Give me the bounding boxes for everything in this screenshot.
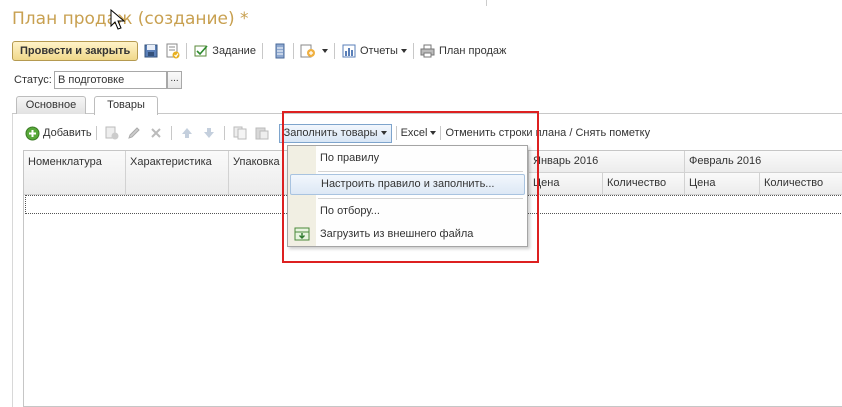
toolbar-separator bbox=[412, 43, 414, 59]
toolbar-separator bbox=[292, 43, 294, 59]
column-header-january-price[interactable]: Цена bbox=[529, 173, 603, 195]
chevron-down-icon bbox=[321, 49, 328, 53]
reports-button[interactable]: Отчеты bbox=[339, 41, 409, 61]
mouse-cursor-icon bbox=[110, 9, 126, 30]
move-up-icon[interactable] bbox=[178, 125, 196, 141]
print-sales-plan-button[interactable]: План продаж bbox=[418, 41, 508, 61]
toolbar-separator bbox=[186, 43, 188, 59]
column-header-february-quantity[interactable]: Количество bbox=[760, 173, 842, 195]
task-label: Задание bbox=[212, 45, 256, 57]
add-button[interactable]: Добавить bbox=[24, 123, 92, 143]
paste-icon[interactable] bbox=[253, 125, 271, 141]
tab-main[interactable]: Основное bbox=[16, 96, 86, 114]
save-icon[interactable] bbox=[142, 42, 160, 60]
chevron-down-icon bbox=[400, 49, 407, 53]
task-icon bbox=[193, 43, 209, 59]
tab-goods[interactable]: Товары bbox=[94, 96, 158, 115]
delete-icon[interactable] bbox=[147, 125, 165, 141]
toolbar-separator bbox=[261, 43, 263, 59]
status-select-button[interactable]: ... bbox=[167, 71, 182, 89]
toolbar-separator bbox=[333, 43, 335, 59]
status-field[interactable]: В подготовке bbox=[54, 71, 167, 89]
reports-icon bbox=[341, 43, 357, 59]
window-divider bbox=[486, 0, 487, 6]
column-group-february: Февраль 2016 bbox=[685, 151, 842, 173]
column-header-february-price[interactable]: Цена bbox=[685, 173, 760, 195]
printer-icon bbox=[420, 43, 436, 59]
post-document-icon[interactable] bbox=[164, 42, 182, 60]
sales-plan-label: План продаж bbox=[438, 45, 507, 57]
create-based-on-button[interactable] bbox=[298, 41, 330, 61]
create-based-on-icon bbox=[300, 43, 316, 59]
main-toolbar: Провести и закрыть Задание Отчеты План п… bbox=[12, 40, 508, 62]
move-down-icon[interactable] bbox=[200, 125, 218, 141]
post-and-close-button[interactable]: Провести и закрыть bbox=[12, 41, 139, 61]
copy-row-icon[interactable] bbox=[103, 125, 121, 141]
status-label: Статус: bbox=[14, 74, 52, 86]
edit-icon[interactable] bbox=[125, 125, 143, 141]
add-icon bbox=[24, 125, 40, 141]
add-label: Добавить bbox=[43, 127, 92, 139]
copy-icon[interactable] bbox=[231, 125, 249, 141]
highlight-frame bbox=[282, 111, 539, 263]
toolbar-separator bbox=[95, 126, 97, 140]
toolbar-separator bbox=[223, 126, 225, 140]
reports-label: Отчеты bbox=[359, 45, 398, 57]
column-header-january-quantity[interactable]: Количество bbox=[603, 173, 685, 195]
column-group-january: Январь 2016 bbox=[529, 151, 685, 173]
task-button[interactable]: Задание bbox=[191, 41, 258, 61]
toolbar-separator bbox=[170, 126, 172, 140]
page-title: План продаж (создание) * bbox=[12, 9, 249, 29]
column-header-characteristic[interactable]: Характеристика bbox=[126, 151, 229, 195]
structure-icon[interactable] bbox=[271, 42, 289, 60]
sales-plan-window: План продаж (создание) * Провести и закр… bbox=[0, 0, 842, 407]
column-header-nomenclature[interactable]: Номенклатура bbox=[24, 151, 126, 195]
